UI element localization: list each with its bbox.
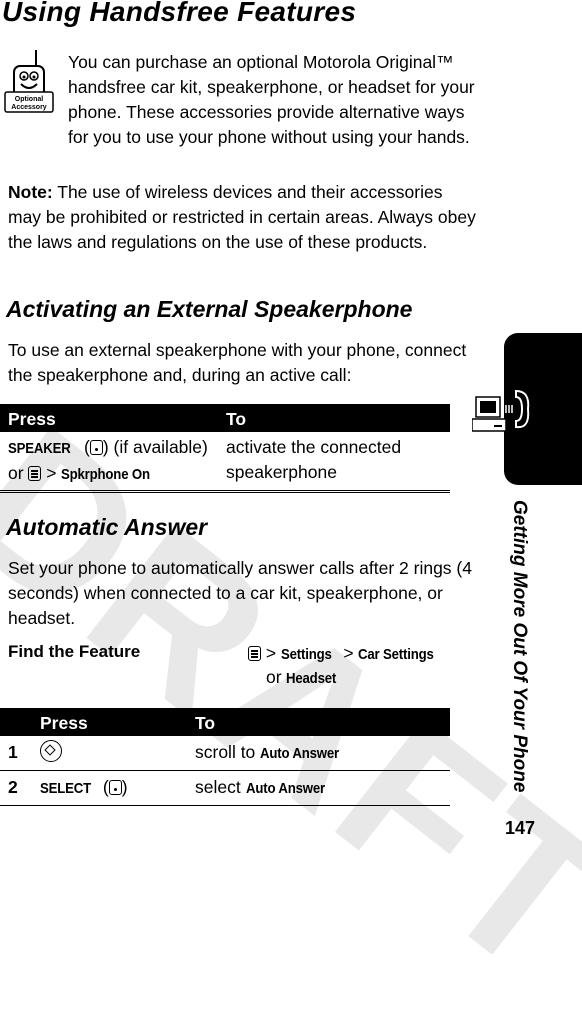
soft-key-icon (89, 440, 103, 455)
computer-phone-icon (472, 389, 530, 432)
auto-answer-table: Press To 1 scroll to Auto Answer 2 SELEC… (0, 708, 450, 806)
to-cell: activate the connected speakerphone (226, 432, 450, 493)
table-row: SPEAKER () (if available) or > Spkrphone… (0, 432, 450, 493)
menu-path: > Settings > Car Settings or Headset (248, 642, 444, 690)
svg-text:Optional: Optional (15, 96, 43, 103)
table-row: 1 scroll to Auto Answer (0, 736, 450, 771)
soft-key-icon (108, 780, 122, 795)
header-to: To (195, 708, 450, 736)
table-header-row: Press To (0, 404, 450, 432)
nav-key-icon (40, 740, 62, 762)
step-number: 1 (0, 736, 40, 771)
note-paragraph: Note: The use of wireless devices and th… (8, 182, 476, 252)
table-header-row: Press To (0, 708, 450, 736)
auto-answer-paragraph: Set your phone to automatically answer c… (8, 558, 472, 628)
menu-key-icon (28, 466, 42, 481)
header-to: To (226, 404, 450, 432)
speakerphone-table: Press To SPEAKER () (if available) or > … (0, 404, 450, 493)
section-heading-speakerphone: Activating an External Speakerphone (6, 296, 413, 322)
intro-paragraph: You can purchase an optional Motorola Or… (68, 52, 475, 147)
page-number: 147 (505, 818, 536, 838)
chapter-tab (472, 333, 582, 485)
press-cell: SPEAKER () (if available) or > Spkrphone… (0, 432, 226, 493)
header-press: Press (0, 404, 226, 432)
find-label: Find the Feature (8, 642, 141, 661)
header-press: Press (40, 708, 195, 736)
section-heading-auto-answer: Automatic Answer (6, 514, 208, 540)
speakerphone-paragraph: To use an external speakerphone with you… (8, 340, 467, 385)
optional-accessory-icon: Optional Accessory (4, 50, 54, 113)
note-label: Note: (8, 182, 53, 202)
table-row: 2 SELECT () select Auto Answer (0, 770, 450, 806)
menu-key-icon (248, 646, 261, 661)
svg-text:Accessory: Accessory (11, 104, 47, 111)
step-number: 2 (0, 770, 40, 806)
chapter-side-label: Getting More Out Of Your Phone (509, 500, 530, 793)
page-title: Using Handsfree Features (2, 0, 357, 27)
